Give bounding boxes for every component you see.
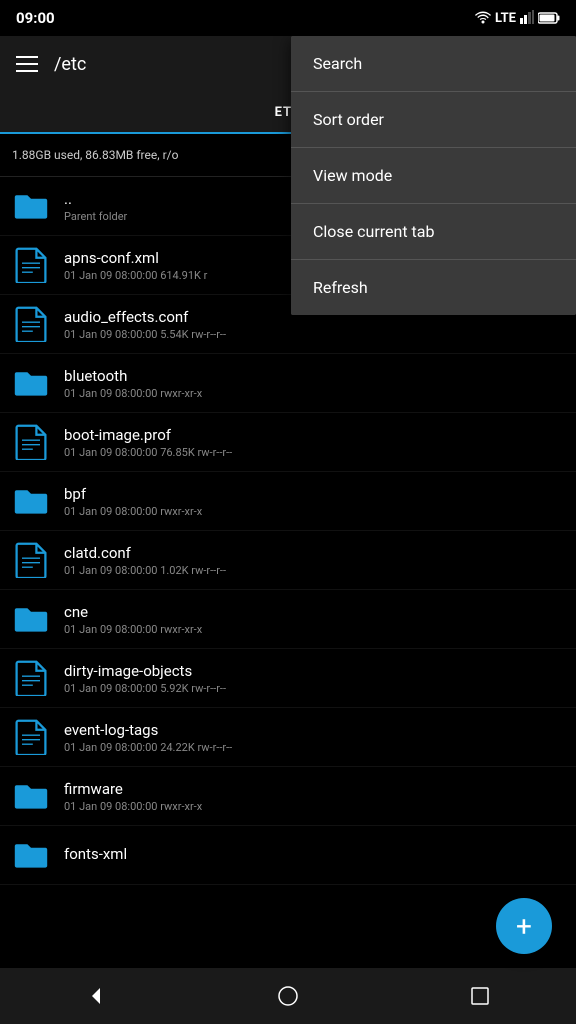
menu-item-view-mode[interactable]: View mode <box>291 148 576 204</box>
menu-item-sort-order[interactable]: Sort order <box>291 92 576 148</box>
dropdown-overlay[interactable]: SearchSort orderView modeClose current t… <box>0 0 576 1024</box>
menu-item-search[interactable]: Search <box>291 36 576 92</box>
menu-item-refresh[interactable]: Refresh <box>291 260 576 315</box>
menu-item-close-tab[interactable]: Close current tab <box>291 204 576 260</box>
dropdown-menu: SearchSort orderView modeClose current t… <box>291 36 576 315</box>
